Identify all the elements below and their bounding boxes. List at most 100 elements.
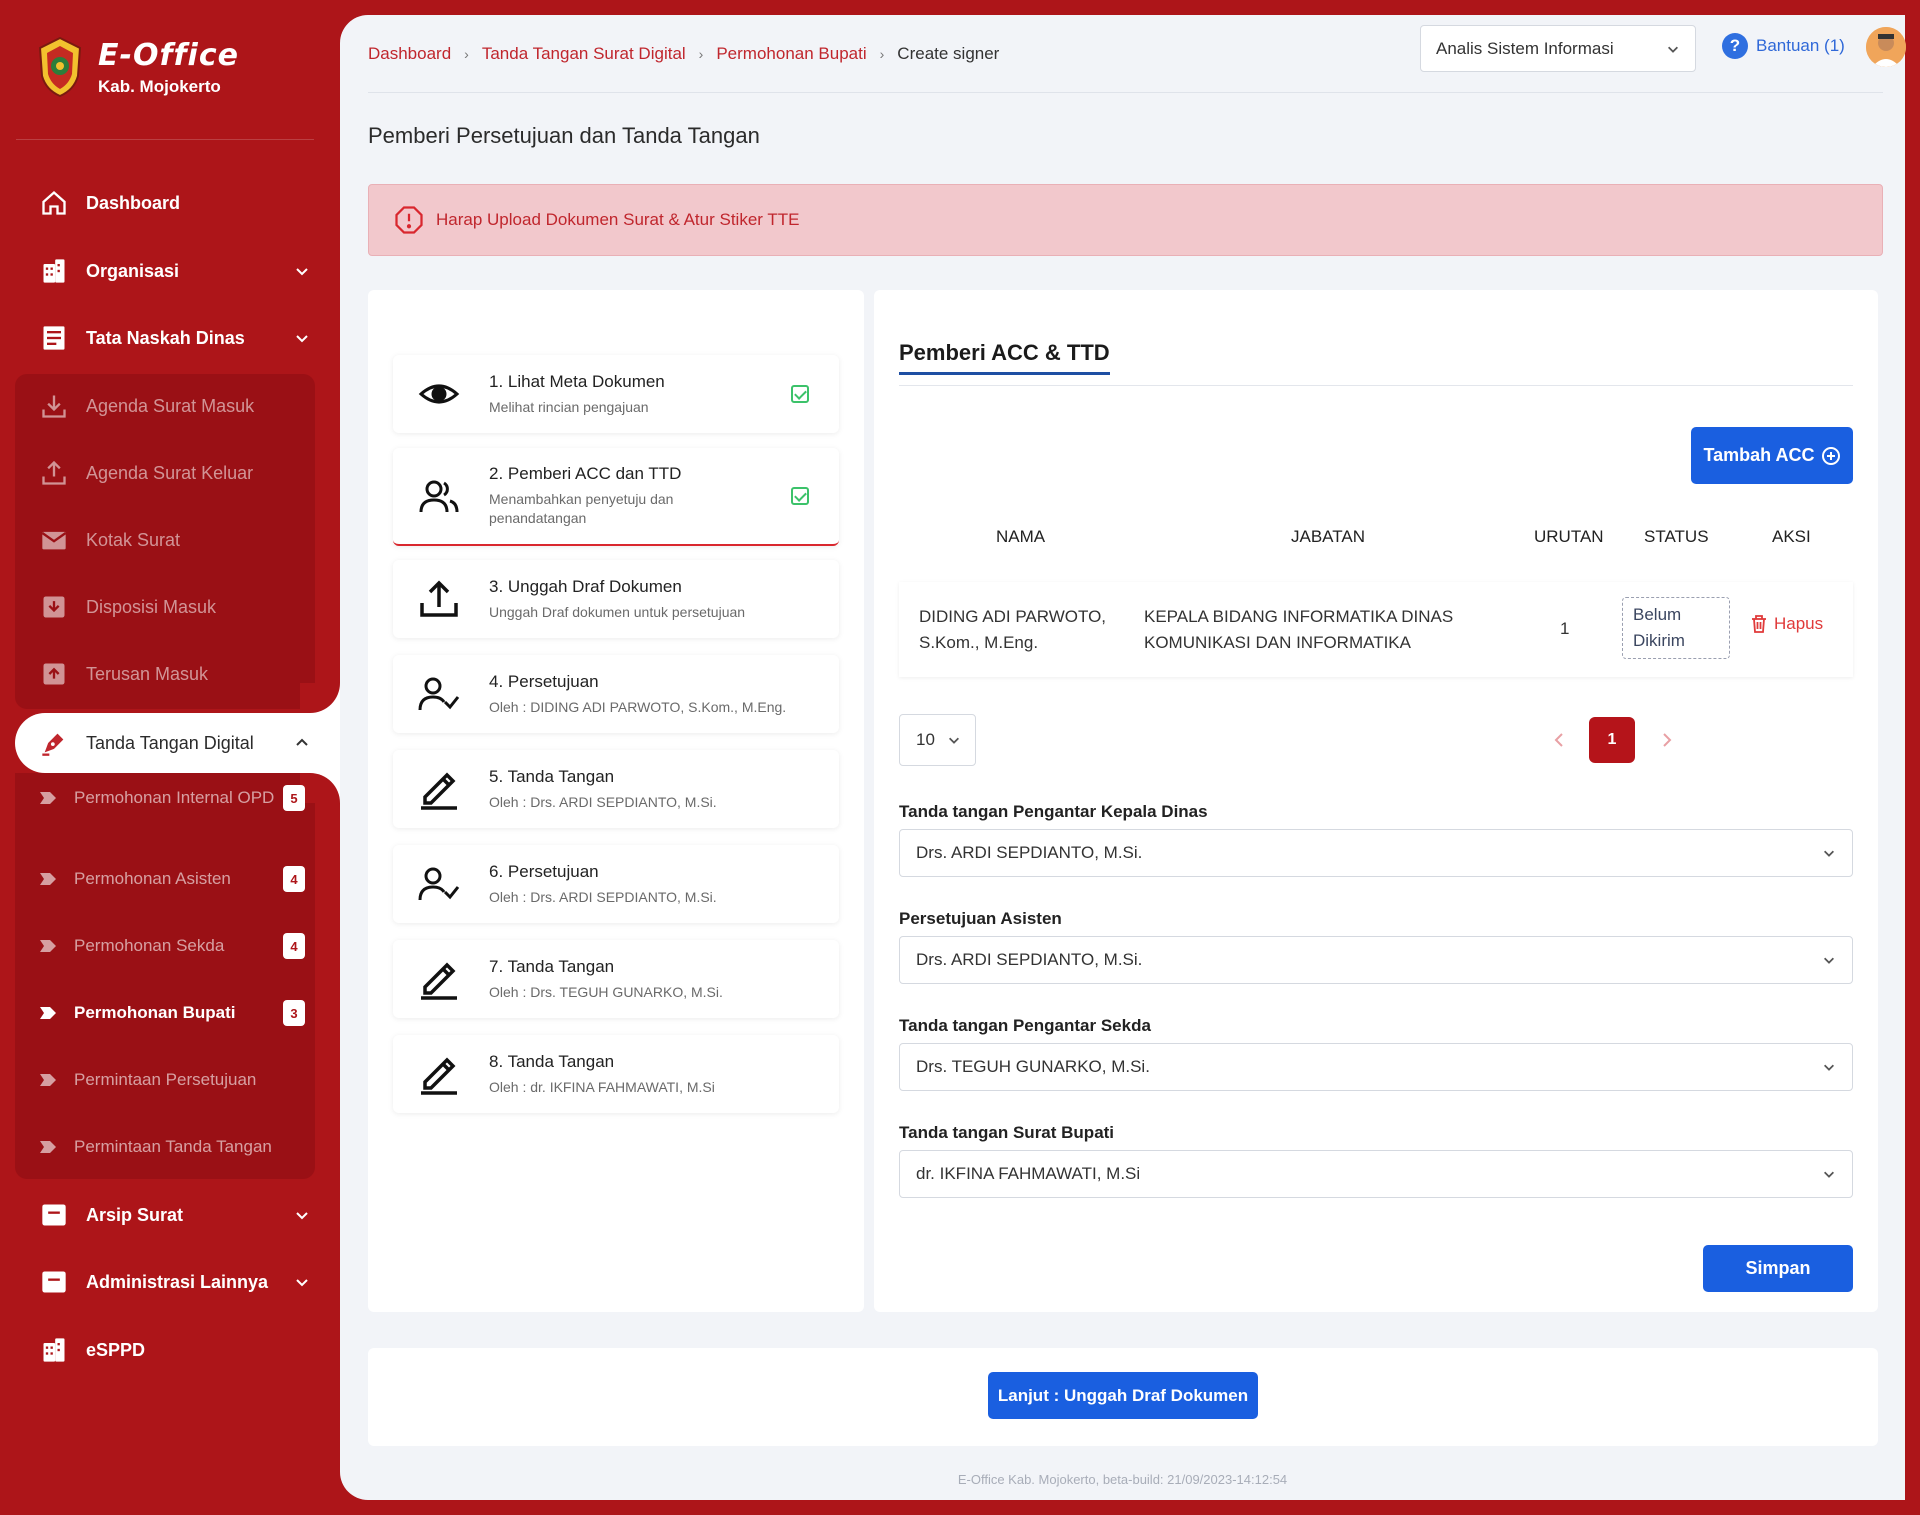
step-title: 6. Persetujuan xyxy=(489,861,599,881)
pen-sign-icon xyxy=(421,962,457,1000)
sidebar-item-agenda-masuk[interactable]: Agenda Surat Masuk xyxy=(40,386,310,426)
sidebar-item-esppd[interactable]: eSPPD xyxy=(40,1330,310,1370)
sidebar-item-label: eSPPD xyxy=(86,1339,146,1360)
trash-icon xyxy=(1752,615,1766,633)
role-select[interactable]: Analis Sistem Informasi xyxy=(1420,25,1696,72)
step-7[interactable]: 7. Tanda Tangan Oleh : Drs. TEGUH GUNARKO… xyxy=(393,940,839,1018)
step-1[interactable]: 1. Lihat Meta Dokumen Melihat rincian pen… xyxy=(393,355,839,433)
step-3[interactable]: 3. Unggah Draf Dokumen Unggah Draf dokume… xyxy=(393,560,839,638)
sidebar-sub-permintaan-persetujuan[interactable]: Permintaan Persetujuan xyxy=(40,1068,305,1092)
acc-ttd-panel: Pemberi ACC & TTD Tambah ACC NAMA JABATA… xyxy=(874,290,1878,1312)
step-title: 5. Tanda Tangan xyxy=(489,766,615,786)
column-header-urutan: URUTAN xyxy=(1534,527,1604,546)
sidebar-item-terusan-masuk[interactable]: Terusan Masuk xyxy=(40,654,310,694)
tag-arrow-icon xyxy=(40,1007,56,1019)
user-avatar-icon xyxy=(1866,27,1906,67)
page-button-current[interactable]: 1 xyxy=(1589,717,1635,763)
sidebar-item-administrasi[interactable]: Administrasi Lainnya xyxy=(40,1262,310,1302)
role-select-value: Analis Sistem Informasi xyxy=(1436,38,1614,58)
step-subtitle: Oleh : Drs. ARDI SEPDIANTO, M.Si. xyxy=(489,888,717,905)
archive-in-icon xyxy=(43,596,65,618)
tag-arrow-icon xyxy=(40,1074,56,1086)
cell-nama: DIDING ADI PARWOTO, S.Kom., M.Eng. xyxy=(919,604,1106,656)
active-tab-curve-bottom xyxy=(300,773,340,803)
field-label: Tanda tangan Pengantar Kepala Dinas xyxy=(899,802,1208,821)
count-badge: 4 xyxy=(283,933,305,959)
select-value: dr. IKFINA FAHMAWATI, M.Si xyxy=(916,1164,1141,1183)
ttd-submenu xyxy=(15,773,315,1179)
select-pengantar-kepala-dinas[interactable]: Drs. ARDI SEPDIANTO, M.Si. xyxy=(899,829,1853,877)
step-2[interactable]: 2. Pemberi ACC dan TTD Menambahkan penyet… xyxy=(393,448,839,546)
sidebar-sub-label: Permintaan Persetujuan xyxy=(74,1070,257,1089)
simpan-button[interactable]: Simpan xyxy=(1703,1245,1853,1292)
sidebar-item-agenda-keluar[interactable]: Agenda Surat Keluar xyxy=(40,453,310,493)
sidebar-sub-bupati[interactable]: Permohonan Bupati 3 xyxy=(40,1000,305,1026)
select-pengantar-sekda[interactable]: Drs. TEGUH GUNARKO, M.Si. xyxy=(899,1043,1853,1091)
avatar[interactable] xyxy=(1866,27,1906,67)
lanjut-button[interactable]: Lanjut : Unggah Draf Dokumen xyxy=(988,1372,1258,1419)
breadcrumb-current: Create signer xyxy=(897,43,1000,63)
select-persetujuan-asisten[interactable]: Drs. ARDI SEPDIANTO, M.Si. xyxy=(899,936,1853,984)
sidebar-item-label: Agenda Surat Masuk xyxy=(86,395,255,416)
pen-sign-icon xyxy=(421,1057,457,1095)
sidebar-sub-label: Permintaan Tanda Tangan xyxy=(74,1137,272,1156)
column-header-aksi: AKSI xyxy=(1772,527,1811,546)
step-subtitle: Oleh : Drs. ARDI SEPDIANTO, M.Si. xyxy=(489,793,717,810)
sidebar-item-tata-naskah[interactable]: Tata Naskah Dinas xyxy=(40,318,310,358)
sidebar-item-kotak-surat[interactable]: Kotak Surat xyxy=(40,520,310,560)
step-subtitle: Oleh : DIDING ADI PARWOTO, S.Kom., M.Eng… xyxy=(489,698,787,715)
cell-jabatan: KEPALA BIDANG INFORMATIKA DINAS KOMUNIKA… xyxy=(1144,604,1453,656)
select-surat-bupati[interactable]: dr. IKFINA FAHMAWATI, M.Si xyxy=(899,1150,1853,1198)
step-title: 3. Unggah Draf Dokumen xyxy=(489,576,682,596)
select-value: Drs. ARDI SEPDIANTO, M.Si. xyxy=(916,843,1143,862)
app-org: Kab. Mojokerto xyxy=(98,76,221,96)
step-subtitle: Unggah Draf dokumen untuk persetujuan xyxy=(489,603,746,620)
step-5[interactable]: 5. Tanda Tangan Oleh : Drs. ARDI SEPDIANT… xyxy=(393,750,839,828)
sidebar-item-arsip-surat[interactable]: Arsip Surat xyxy=(40,1195,310,1235)
hapus-button[interactable]: Hapus xyxy=(1750,614,1823,634)
step-4[interactable]: 4. Persetujuan Oleh : DIDING ADI PARWOTO,… xyxy=(393,655,839,733)
tab-pemberi-acc-ttd[interactable]: Pemberi ACC & TTD xyxy=(899,340,1110,375)
step-subtitle: Menambahkan penyetuju dan penandatangan xyxy=(489,491,674,526)
step-title: 4. Persetujuan xyxy=(489,671,599,691)
tag-arrow-icon xyxy=(40,1141,56,1153)
breadcrumb-item[interactable]: Tanda Tangan Surat Digital xyxy=(482,44,686,64)
steps-panel: 1. Lihat Meta Dokumen Melihat rincian pen… xyxy=(368,290,864,1312)
next-page-icon[interactable] xyxy=(1656,730,1676,750)
sidebar-sub-permintaan-ttd[interactable]: Permintaan Tanda Tangan xyxy=(40,1135,305,1159)
check-icon xyxy=(791,385,809,403)
sidebar-item-tanda-tangan-digital[interactable]: Tanda Tangan Digital xyxy=(15,713,340,773)
prev-page-icon[interactable] xyxy=(1550,730,1570,750)
count-badge: 3 xyxy=(283,1000,305,1026)
sidebar-sub-sekda[interactable]: Permohonan Sekda 4 xyxy=(40,933,305,959)
active-tab-curve xyxy=(300,683,340,713)
sidebar-item-disposisi-masuk[interactable]: Disposisi Masuk xyxy=(40,587,310,627)
warning-alert: Harap Upload Dokumen Surat & Atur Stiker… xyxy=(368,184,1883,256)
step-8[interactable]: 8. Tanda Tangan Oleh : dr. IKFINA FAHMAWA… xyxy=(393,1035,839,1113)
mail-icon xyxy=(41,531,67,550)
column-header-nama: NAMA xyxy=(996,527,1046,546)
breadcrumb-item[interactable]: Permohonan Bupati xyxy=(716,44,866,64)
table-row: DIDING ADI PARWOTO, S.Kom., M.Eng. KEPAL… xyxy=(899,582,1853,677)
step-6[interactable]: 6. Persetujuan Oleh : Drs. ARDI SEPDIANTO… xyxy=(393,845,839,923)
page-size-select[interactable]: 10 xyxy=(899,714,976,766)
sidebar-item-label: Kotak Surat xyxy=(86,529,181,550)
step-title: 8. Tanda Tangan xyxy=(489,1051,615,1071)
sidebar-divider xyxy=(16,139,314,140)
step-subtitle: Melihat rincian pengajuan xyxy=(489,398,649,415)
building-icon xyxy=(43,1338,65,1362)
sidebar-item-label: Administrasi Lainnya xyxy=(86,1271,269,1292)
chevron-down-icon xyxy=(296,1279,308,1287)
breadcrumb-item[interactable]: Dashboard xyxy=(368,44,451,64)
page-size-value: 10 xyxy=(916,730,935,749)
sidebar-item-organisasi[interactable]: Organisasi xyxy=(40,251,310,291)
app-logo[interactable]: E-Office Kab. Mojokerto xyxy=(36,36,239,98)
tambah-acc-button[interactable]: Tambah ACC xyxy=(1691,427,1853,484)
sidebar-item-dashboard[interactable]: Dashboard xyxy=(40,183,310,223)
chevron-up-icon xyxy=(296,738,308,746)
help-link[interactable]: ? Bantuan (1) xyxy=(1722,33,1845,59)
sidebar-sub-internal-opd[interactable]: Permohonan Internal OPD 5 xyxy=(40,785,305,811)
sidebar-item-label: Terusan Masuk xyxy=(86,663,209,684)
sidebar-sub-asisten[interactable]: Permohonan Asisten 4 xyxy=(40,866,305,892)
sidebar-item-label: Organisasi xyxy=(86,260,180,281)
